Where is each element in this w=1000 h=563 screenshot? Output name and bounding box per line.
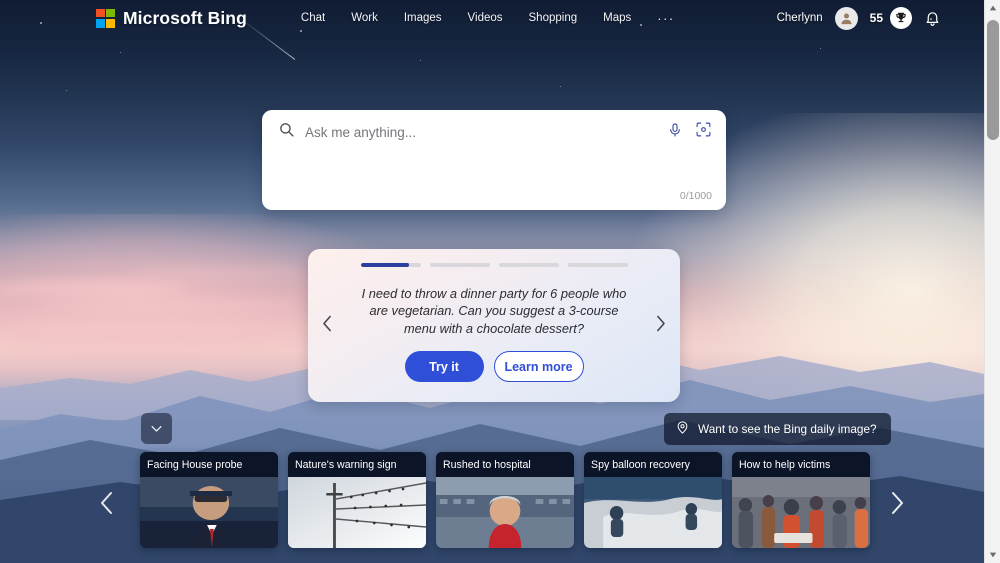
person-avatar-icon	[841, 13, 852, 24]
microphone-icon[interactable]	[667, 122, 683, 143]
news-card[interactable]: Nature's warning sign	[288, 452, 426, 548]
main-nav: Chat Work Images Videos Shopping Maps ··…	[301, 11, 675, 26]
news-card-image	[140, 477, 278, 548]
cloud-streak	[130, 268, 310, 277]
news-card-image	[732, 477, 870, 548]
news-prev-arrow[interactable]	[96, 488, 118, 518]
page-scrollbar[interactable]	[984, 0, 1000, 563]
scroll-up-arrow-icon[interactable]	[985, 0, 1000, 16]
header-user-area: Cherlynn 55	[776, 6, 984, 30]
news-card-title: Rushed to hospital	[436, 452, 574, 477]
suggestion-prompt-text: I need to throw a dinner party for 6 peo…	[361, 285, 627, 336]
scrollbar-track[interactable]	[985, 16, 1000, 547]
bing-logo-brand[interactable]: Microsoft Bing	[96, 8, 247, 29]
rewards-count: 55	[869, 11, 883, 25]
visual-search-camera-icon[interactable]	[695, 121, 712, 143]
hamburger-menu-icon[interactable]	[953, 12, 972, 24]
carousel-next-arrow[interactable]	[653, 313, 668, 339]
nav-item-chat[interactable]: Chat	[301, 12, 325, 24]
brand-name: Microsoft Bing	[123, 7, 247, 28]
chevron-down-icon	[151, 426, 162, 432]
search-icon	[278, 121, 295, 143]
carousel-progress-segment[interactable]	[429, 263, 490, 267]
news-card[interactable]: Spy balloon recovery	[584, 452, 722, 548]
nav-item-work[interactable]: Work	[351, 12, 378, 24]
suggestion-carousel-card: I need to throw a dinner party for 6 peo…	[308, 249, 680, 402]
top-navigation-bar: Microsoft Bing Chat Work Images Videos S…	[0, 0, 984, 36]
news-next-arrow[interactable]	[886, 488, 908, 518]
carousel-progress-segment[interactable]	[498, 263, 559, 267]
carousel-prev-arrow[interactable]	[320, 313, 335, 339]
search-box: 0/1000	[262, 110, 726, 210]
carousel-progress-segment[interactable]	[567, 263, 628, 267]
carousel-progress	[360, 263, 628, 267]
carousel-progress-segment[interactable]	[360, 263, 421, 267]
news-card[interactable]: Rushed to hospital	[436, 452, 574, 548]
news-card-title: Nature's warning sign	[288, 452, 426, 477]
search-tools	[667, 121, 712, 143]
learn-more-button[interactable]: Learn more	[493, 351, 584, 382]
scroll-thumb[interactable]	[986, 20, 999, 140]
nav-item-shopping[interactable]: Shopping	[529, 12, 578, 24]
trophy-icon	[890, 7, 912, 29]
nav-more-icon[interactable]: ···	[657, 11, 675, 26]
news-carousel: Facing House probe Nature's warning sign	[140, 452, 870, 548]
location-pin-icon	[675, 420, 690, 438]
nav-item-images[interactable]: Images	[404, 12, 442, 24]
character-counter: 0/1000	[679, 190, 712, 202]
try-it-button[interactable]: Try it	[404, 351, 484, 382]
news-card[interactable]: Facing House probe	[140, 452, 278, 548]
daily-image-prompt-label: Want to see the Bing daily image?	[698, 422, 877, 436]
news-card-image	[584, 477, 722, 548]
search-row	[262, 110, 726, 154]
news-card[interactable]: How to help victims	[732, 452, 870, 548]
daily-image-prompt-button[interactable]: Want to see the Bing daily image?	[664, 413, 891, 445]
news-card-title: Spy balloon recovery	[584, 452, 722, 477]
search-input[interactable]	[305, 124, 657, 140]
avatar[interactable]	[834, 6, 858, 30]
suggestion-actions: Try it Learn more	[404, 351, 584, 382]
microsoft-logo-icon	[96, 8, 115, 28]
nav-item-videos[interactable]: Videos	[468, 12, 503, 24]
user-name: Cherlynn	[776, 12, 823, 24]
rewards-indicator[interactable]: 55	[870, 7, 912, 29]
news-card-image	[288, 477, 426, 548]
news-card-title: Facing House probe	[140, 452, 278, 477]
news-card-title: How to help victims	[732, 452, 870, 477]
bell-icon[interactable]	[924, 10, 941, 27]
cloud-streak	[40, 300, 300, 311]
nav-item-maps[interactable]: Maps	[603, 12, 631, 24]
news-card-image	[436, 477, 574, 548]
bing-homepage: Microsoft Bing Chat Work Images Videos S…	[0, 0, 1000, 563]
scroll-down-arrow-icon[interactable]	[985, 547, 1000, 563]
news-collapse-button[interactable]	[141, 413, 172, 444]
